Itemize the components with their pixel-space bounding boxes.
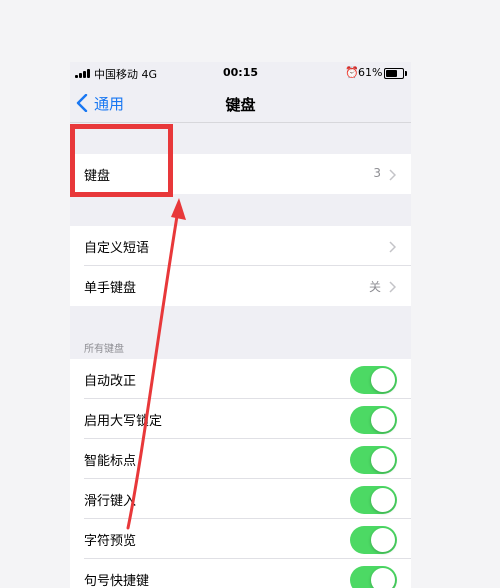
- red-arrow-annotation: [126, 198, 186, 530]
